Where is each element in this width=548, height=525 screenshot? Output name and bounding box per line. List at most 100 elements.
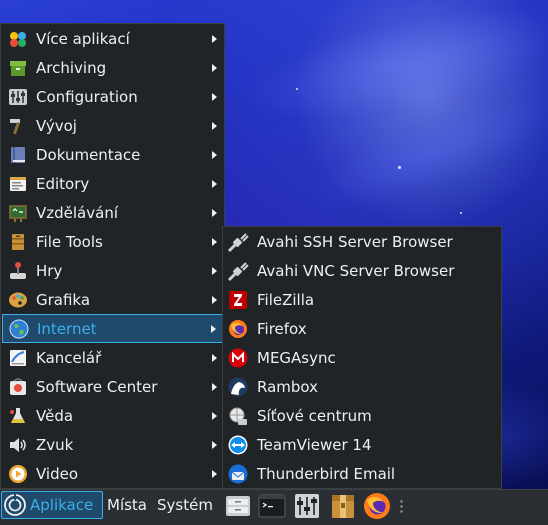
menu-item-graphics[interactable]: Grafika: [2, 285, 223, 314]
archive-manager-launcher[interactable]: [328, 491, 358, 521]
chevron-right-icon: [212, 121, 217, 130]
rambox-icon: [227, 376, 249, 398]
menu-item-more-apps[interactable]: Více aplikací: [2, 24, 223, 53]
terminal-launcher[interactable]: [257, 491, 287, 521]
file-manager-launcher[interactable]: [223, 491, 253, 521]
chevron-right-icon: [212, 382, 217, 391]
mixer-launcher[interactable]: [292, 491, 322, 521]
menu-item-label: Avahi VNC Server Browser: [257, 261, 455, 280]
menu-item-avahi-ssh[interactable]: Avahi SSH Server Browser: [224, 227, 500, 256]
menu-item-science[interactable]: Věda: [2, 401, 223, 430]
internet-icon: [8, 318, 30, 340]
chevron-right-icon: [212, 266, 217, 275]
firefox-icon: [227, 318, 249, 340]
menu-item-firefox[interactable]: Firefox: [224, 314, 500, 343]
menu-item-label: Avahi SSH Server Browser: [257, 232, 453, 251]
menu-item-avahi-vnc[interactable]: Avahi VNC Server Browser: [224, 256, 500, 285]
system-menu-button[interactable]: Systém: [157, 491, 213, 519]
menu-item-label: Dokumentace: [36, 145, 141, 164]
menu-item-thunderbird[interactable]: Thunderbird Email: [224, 459, 500, 488]
settings-icon: [7, 86, 29, 108]
menu-item-label: Internet: [37, 319, 97, 338]
menu-item-label: Síťové centrum: [257, 406, 372, 425]
applications-menu: Více aplikací Archiving Configuration Vý…: [0, 23, 225, 489]
places-label: Místa: [107, 496, 147, 514]
menu-item-label: Rambox: [257, 377, 319, 396]
chevron-right-icon: [212, 237, 217, 246]
menu-item-filezilla[interactable]: FileZilla: [224, 285, 500, 314]
menu-item-archiving[interactable]: Archiving: [2, 53, 223, 82]
menu-item-label: FileZilla: [257, 290, 315, 309]
menu-item-network-center[interactable]: Síťové centrum: [224, 401, 500, 430]
menu-item-configuration[interactable]: Configuration: [2, 82, 223, 111]
sound-icon: [7, 434, 29, 456]
menu-item-label: File Tools: [36, 232, 103, 251]
avahi-ssh-icon: [227, 231, 249, 253]
menu-item-label: Vývoj: [36, 116, 77, 135]
software-center-icon: [7, 376, 29, 398]
video-icon: [7, 463, 29, 485]
office-icon: [7, 347, 29, 369]
menu-item-label: Video: [36, 464, 79, 483]
applications-label: Aplikace: [30, 496, 94, 514]
menu-item-sound[interactable]: Zvuk: [2, 430, 223, 459]
menu-item-megasync[interactable]: MEGAsync: [224, 343, 500, 372]
menu-item-label: Věda: [36, 406, 74, 425]
menu-item-label: Thunderbird Email: [257, 464, 396, 483]
menu-item-label: Configuration: [36, 87, 138, 106]
menu-item-editors[interactable]: Editory: [2, 169, 223, 198]
documentation-icon: [7, 144, 29, 166]
chevron-right-icon: [212, 469, 217, 478]
menu-item-video[interactable]: Video: [2, 459, 223, 488]
chevron-right-icon: [212, 411, 217, 420]
filezilla-icon: [227, 289, 249, 311]
menu-item-rambox[interactable]: Rambox: [224, 372, 500, 401]
menu-item-label: Firefox: [257, 319, 307, 338]
development-icon: [7, 115, 29, 137]
menu-item-label: Editory: [36, 174, 90, 193]
teamviewer-icon: [227, 434, 249, 456]
chevron-right-icon: [212, 63, 217, 72]
more-apps-icon: [7, 28, 29, 50]
menu-item-development[interactable]: Vývoj: [2, 111, 223, 140]
menu-item-internet[interactable]: Internet: [2, 314, 223, 343]
file-tools-icon: [7, 231, 29, 253]
archive-manager-icon: [329, 492, 357, 520]
menu-item-label: Software Center: [36, 377, 158, 396]
menu-item-label: Kancelář: [36, 348, 102, 367]
menu-item-games[interactable]: Hry: [2, 256, 223, 285]
menu-item-file-tools[interactable]: File Tools: [2, 227, 223, 256]
chevron-right-icon: [212, 295, 217, 304]
terminal-icon: [258, 492, 286, 520]
menu-item-label: Grafika: [36, 290, 91, 309]
menu-item-documentation[interactable]: Dokumentace: [2, 140, 223, 169]
menu-item-label: Hry: [36, 261, 63, 280]
firefox-launcher[interactable]: [362, 491, 392, 521]
network-center-icon: [227, 405, 249, 427]
panel-grip-handle[interactable]: [400, 499, 403, 515]
applications-menu-button[interactable]: Aplikace: [1, 491, 103, 519]
thunderbird-icon: [227, 463, 249, 485]
menu-item-label: Archiving: [36, 58, 107, 77]
graphics-icon: [7, 289, 29, 311]
chevron-right-icon: [212, 208, 217, 217]
science-icon: [7, 405, 29, 427]
places-menu-button[interactable]: Místa: [107, 491, 147, 519]
menu-item-teamviewer[interactable]: TeamViewer 14: [224, 430, 500, 459]
chevron-right-icon: [212, 440, 217, 449]
distro-logo-icon: [4, 494, 26, 516]
chevron-right-icon: [212, 92, 217, 101]
chevron-right-icon: [212, 150, 217, 159]
games-icon: [7, 260, 29, 282]
archive-icon: [7, 57, 29, 79]
editor-icon: [7, 173, 29, 195]
system-label: Systém: [157, 496, 213, 514]
menu-item-office[interactable]: Kancelář: [2, 343, 223, 372]
chevron-right-icon: [212, 34, 217, 43]
file-manager-icon: [224, 492, 252, 520]
menu-item-label: Zvuk: [36, 435, 74, 454]
menu-item-label: Více aplikací: [36, 29, 130, 48]
menu-item-software-center[interactable]: Software Center: [2, 372, 223, 401]
menu-item-education[interactable]: Vzdělávání: [2, 198, 223, 227]
menu-item-label: TeamViewer 14: [257, 435, 372, 454]
